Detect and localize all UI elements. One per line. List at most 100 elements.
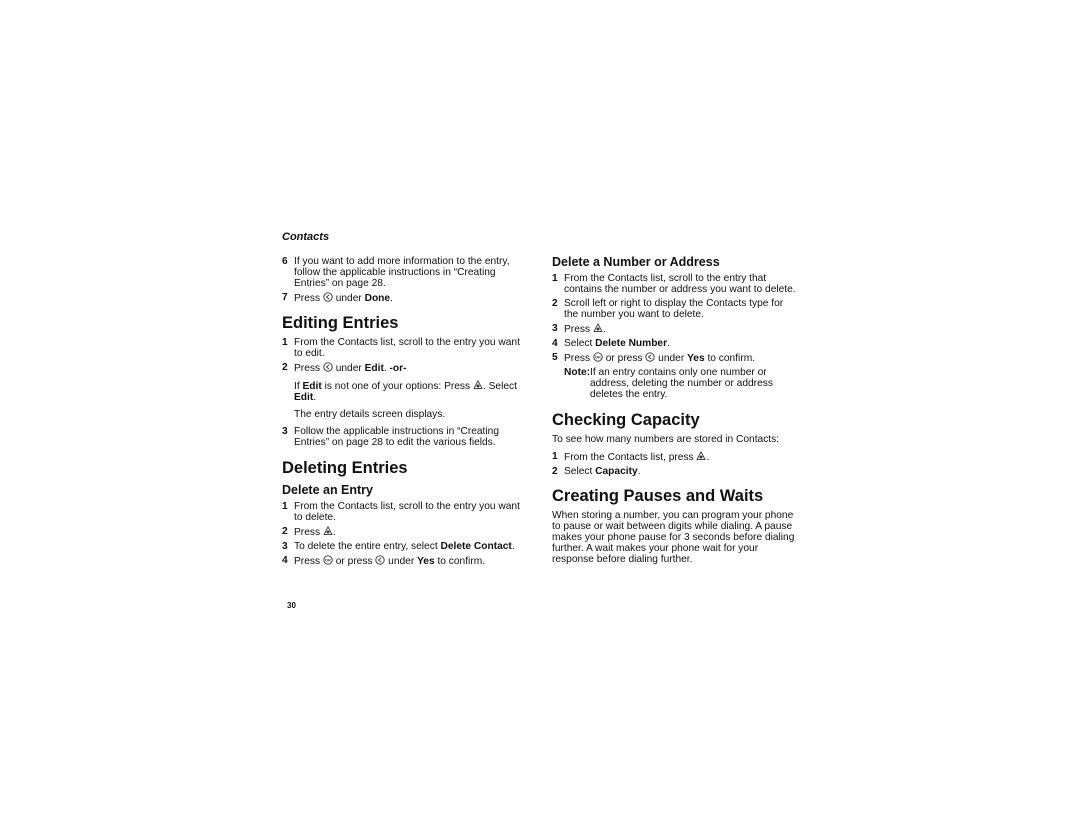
- menu-key-icon: [696, 451, 706, 461]
- edit-alt-instruction: If Edit is not one of your options: Pres…: [282, 380, 527, 403]
- heading-deleting-entries: Deleting Entries: [282, 459, 408, 477]
- step-text: .: [511, 541, 515, 552]
- heading-checking-capacity: Checking Capacity: [552, 411, 700, 429]
- left-softkey-icon: [645, 352, 655, 362]
- step-number: 4: [552, 338, 558, 349]
- left-softkey-icon: [375, 555, 385, 565]
- text: . Select: [482, 381, 517, 392]
- step-number: 4: [282, 555, 288, 566]
- step-text: From the Contacts list, scroll to the en…: [564, 273, 796, 295]
- text: If: [294, 381, 303, 392]
- capacity-intro: To see how many numbers are stored in Co…: [552, 434, 780, 445]
- step-text: Scroll left or right to display the Cont…: [564, 298, 784, 320]
- step-text: Press: [294, 293, 323, 304]
- subheading-delete-an-entry: Delete an Entry: [282, 483, 374, 497]
- step-text: From the Contacts list, press: [564, 452, 697, 463]
- delnum-step-5: 5 Press or press under Yes to confirm.: [552, 352, 797, 364]
- right-column: Delete a Number or Address 1 From the Co…: [552, 255, 797, 565]
- step-number: 3: [282, 541, 288, 552]
- step-number: 2: [282, 362, 288, 373]
- step-bold: Done: [364, 293, 391, 304]
- step-text: If you want to add more information to t…: [294, 256, 510, 289]
- step-number: 1: [282, 501, 288, 512]
- step-text: or press: [332, 556, 376, 567]
- edit-step-2: 2 Press under Edit. -or-: [282, 362, 527, 374]
- step-number: 1: [552, 451, 558, 462]
- capacity-step-1: 1 From the Contacts list, press .: [552, 451, 797, 463]
- step-bold: Yes: [417, 556, 435, 567]
- step-text: Press: [294, 527, 323, 538]
- step-text: under: [655, 353, 688, 364]
- step-bold: Delete Contact: [440, 541, 512, 552]
- step-text: under: [385, 556, 418, 567]
- step-text: Select: [564, 466, 596, 477]
- step-bold: -or-: [389, 363, 407, 374]
- step-text: Press: [294, 556, 323, 567]
- page-number: 30: [287, 601, 296, 610]
- left-softkey-icon: [323, 362, 333, 372]
- left-column: 6 If you want to add more information to…: [282, 256, 527, 567]
- step-bold: Edit: [364, 363, 384, 374]
- step-number: 6: [282, 256, 288, 267]
- step-number: 1: [282, 337, 288, 348]
- step-7: 7 Press under Done.: [282, 292, 527, 304]
- subheading-delete-number-or-address: Delete a Number or Address: [552, 255, 720, 269]
- delete-step-1: 1 From the Contacts list, scroll to the …: [282, 501, 527, 523]
- note: Note: If an entry contains only one numb…: [552, 367, 797, 400]
- bold-text: Edit: [302, 381, 322, 392]
- step-text: Follow the applicable instructions in “C…: [294, 426, 499, 448]
- delete-step-3: 3 To delete the entire entry, select Del…: [282, 541, 527, 552]
- delnum-step-3: 3 Press .: [552, 323, 797, 335]
- step-number: 2: [552, 298, 558, 309]
- step-text: .: [706, 452, 710, 463]
- delete-step-2: 2 Press .: [282, 526, 527, 538]
- step-text: To delete the entire entry, select: [294, 541, 441, 552]
- step-bold: Yes: [687, 353, 705, 364]
- step-number: 2: [282, 526, 288, 537]
- step-text: .: [637, 466, 641, 477]
- heading-editing-entries: Editing Entries: [282, 314, 399, 332]
- ok-key-icon: [323, 555, 333, 565]
- delete-step-4: 4 Press or press under Yes to confirm.: [282, 555, 527, 567]
- step-text: From the Contacts list, scroll to the en…: [294, 337, 520, 359]
- heading-creating-pauses-and-waits: Creating Pauses and Waits: [552, 487, 764, 505]
- step-text: .: [390, 293, 393, 304]
- delnum-step-2: 2 Scroll left or right to display the Co…: [552, 298, 797, 320]
- step-number: 3: [552, 323, 558, 334]
- manual-page: Contacts 6 If you want to add more infor…: [0, 0, 1080, 834]
- edit-result: The entry details screen displays.: [294, 409, 446, 420]
- step-6: 6 If you want to add more information to…: [282, 256, 527, 289]
- text: is not one of your options: Press: [321, 381, 473, 392]
- step-text: .: [602, 324, 606, 335]
- step-number: 2: [552, 466, 558, 477]
- menu-key-icon: [473, 380, 483, 390]
- left-softkey-icon: [323, 292, 333, 302]
- step-text: .: [667, 338, 670, 349]
- delnum-step-4: 4 Select Delete Number.: [552, 338, 797, 349]
- step-text: to confirm.: [434, 556, 486, 567]
- step-text: From the Contacts list, scroll to the en…: [294, 501, 520, 523]
- delnum-step-1: 1 From the Contacts list, scroll to the …: [552, 273, 797, 295]
- step-number: 7: [282, 292, 288, 303]
- step-text: Press: [564, 353, 593, 364]
- step-bold: Capacity: [595, 466, 638, 477]
- step-text: Press: [564, 324, 593, 335]
- ok-key-icon: [593, 352, 603, 362]
- menu-key-icon: [323, 526, 333, 536]
- edit-step-1: 1 From the Contacts list, scroll to the …: [282, 337, 527, 359]
- step-number: 3: [282, 426, 288, 437]
- note-label: Note:: [564, 367, 591, 378]
- menu-key-icon: [593, 323, 603, 333]
- step-text: .: [332, 527, 336, 538]
- step-text: under: [332, 363, 365, 374]
- step-text: to confirm.: [704, 353, 756, 364]
- capacity-step-2: 2 Select Capacity.: [552, 466, 797, 477]
- edit-step-3: 3 Follow the applicable instructions in …: [282, 426, 527, 448]
- pauses-body: When storing a number, you can program y…: [552, 510, 795, 565]
- bold-text: Edit: [294, 392, 314, 403]
- step-text: Press: [294, 363, 323, 374]
- step-text: or press: [602, 353, 646, 364]
- step-number: 5: [552, 352, 558, 363]
- step-text: under: [332, 293, 365, 304]
- step-bold: Delete Number: [595, 338, 668, 349]
